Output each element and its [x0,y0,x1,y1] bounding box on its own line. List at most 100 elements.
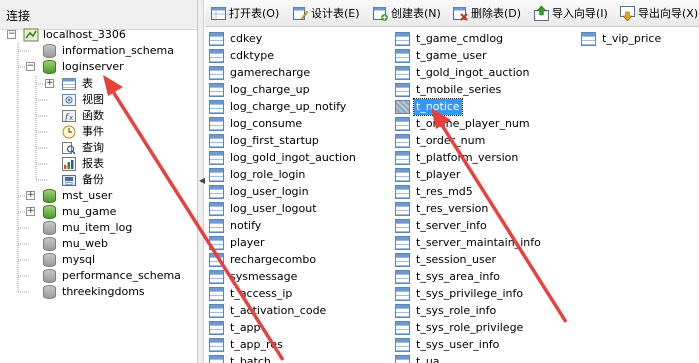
table-name: t_server_maintain_info [416,236,541,249]
table-icon [209,338,224,352]
tree-node-backups[interactable]: 备份 [0,172,197,188]
expand-icon[interactable]: + [45,79,54,88]
table-name: t_notice [413,98,463,116]
tree-node-reports[interactable]: 报表 [0,156,197,172]
design-table-button[interactable]: 设计表(E) [291,3,369,24]
tree-db-mysql[interactable]: mysql [0,252,197,268]
table-icon [395,168,410,182]
node-label: 事件 [82,125,104,138]
new-table-icon [373,7,388,21]
db-label: mu_item_log [62,221,133,234]
table-icon [209,355,224,363]
report-chart-icon [62,157,76,171]
table-group-icon [62,78,76,90]
database-icon [43,44,56,58]
table-icon [395,304,410,318]
table-name: t_res_version [416,202,489,215]
navigator-pane: 连接 − localhost_3306 information_schema −… [0,0,198,363]
database-open-icon [43,60,56,74]
button-label: 设计表(E) [311,7,360,20]
database-icon [43,269,56,283]
table-icon [395,117,410,131]
table-name: t_activation_code [230,304,327,317]
table-name: log_role_login [230,168,306,181]
table-name: cdkey [230,32,263,45]
tree-node-tables[interactable]: + 表 [0,76,197,92]
node-label: 表 [82,77,93,90]
table-name: t_app [230,321,261,334]
table-name: t_res_md5 [416,185,473,198]
object-toolbar: 打开表(O) 设计表(E) 创建表(N) 删除表(D) 导入向导(I) 导出向导… [205,0,699,27]
event-clock-icon [62,125,76,139]
expand-icon[interactable]: + [26,207,35,216]
table-name: t_batch [230,355,271,363]
db-label: mysql [62,253,95,266]
node-label: 函数 [82,109,104,122]
expand-icon[interactable]: + [26,191,35,200]
view-icon [62,94,76,106]
table-name: t_order_num [416,134,486,147]
table-icon [209,219,224,233]
tree-db-mst-user[interactable]: + mst_user [0,188,197,204]
db-label: information_schema [62,44,174,57]
tree-node-functions[interactable]: f x 函数 [0,108,197,124]
collapse-icon[interactable]: − [7,30,16,39]
table-name: t_player [416,168,461,181]
table-name: log_charge_up_notify [230,100,347,113]
tree-db-loginserver[interactable]: − loginserver [0,59,197,75]
pane-splitter[interactable]: ◀ [198,0,205,363]
tree-db-mu-web[interactable]: mu_web [0,236,197,252]
tree-connection[interactable]: − localhost_3306 [0,27,197,43]
table-name: sysmessage [230,270,298,283]
table-name: t_online_player_num [416,117,530,130]
import-wizard-button[interactable]: 导入向导(I) [532,3,616,24]
table-name: t_vip_price [602,32,662,45]
db-label: loginserver [62,60,124,73]
tree-node-queries[interactable]: 查询 [0,140,197,156]
table-icon [209,49,224,63]
export-wizard-button[interactable]: 导出向导(X) [618,3,699,24]
table-icon [395,185,410,199]
table-icon [209,287,224,301]
table-name: log_gold_ingot_auction [230,151,356,164]
open-table-button[interactable]: 打开表(O) [209,3,287,24]
tree-node-views[interactable]: 视图 [0,92,197,108]
table-name: t_sys_role_privilege [416,321,524,334]
tree-db-mu-item-log[interactable]: mu_item_log [0,220,197,236]
table-icon [395,338,410,352]
tree-node-events[interactable]: 事件 [0,124,197,140]
node-label: 查询 [82,141,104,154]
new-table-button[interactable]: 创建表(N) [371,3,449,24]
table-icon [209,304,224,318]
table-icon [395,202,410,216]
table-icon [395,49,410,63]
table-icon [209,66,224,80]
collapse-icon[interactable]: − [26,62,35,71]
table-name: t_game_user [416,49,487,62]
table-icon [395,253,410,267]
db-label: performance_schema [62,269,181,282]
design-table-icon [293,7,308,21]
navigator-header: 连接 [0,0,197,30]
delete-table-button[interactable]: 删除表(D) [451,3,529,24]
table-icon [395,270,410,284]
database-icon [43,237,56,251]
table-icon [209,185,224,199]
database-open-icon [43,189,56,203]
import-wizard-icon [534,6,549,21]
db-label: mu_game [62,205,117,218]
table-name: gamerecharge [230,66,311,79]
database-icon [43,285,56,299]
tree-db-threekingdoms[interactable]: threekingdoms [0,284,197,300]
tree-db-performance-schema[interactable]: performance_schema [0,268,197,284]
table-name: t_sys_area_info [416,270,500,283]
tree-db-mu-game[interactable]: + mu_game [0,204,197,220]
table-icon [209,100,224,114]
function-icon: f x [62,110,76,123]
backup-icon [62,175,76,186]
table-name: t_game_cmdlog [416,32,504,45]
table-name: player [230,236,265,249]
tree-db-information-schema[interactable]: information_schema [0,43,197,59]
button-label: 导出向导(X) [638,7,699,20]
button-label: 删除表(D) [471,7,522,20]
